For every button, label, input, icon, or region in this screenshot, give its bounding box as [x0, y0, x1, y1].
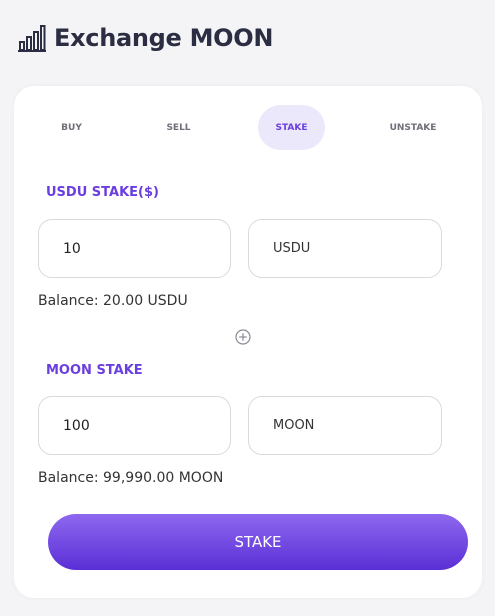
moon-balance: Balance: 99,990.00 MOON: [38, 470, 223, 486]
usdu-balance-value: 20.00 USDU: [103, 293, 188, 309]
page-title: Exchange MOON: [54, 24, 274, 52]
usdu-balance-prefix: Balance:: [38, 293, 99, 309]
moon-balance-prefix: Balance:: [38, 470, 99, 486]
moon-amount-input[interactable]: [63, 397, 218, 454]
moon-balance-value: 99,990.00 MOON: [103, 470, 224, 486]
tab-stake[interactable]: STAKE: [258, 105, 325, 150]
app-header: Exchange MOON: [18, 24, 273, 52]
tab-unstake[interactable]: UNSTAKE: [378, 105, 448, 150]
usdu-balance: Balance: 20.00 USDU: [38, 293, 188, 309]
usdu-unit-box: USDU: [248, 219, 442, 278]
bar-chart-icon: [18, 25, 46, 52]
moon-amount-field[interactable]: [38, 396, 231, 455]
tab-buy[interactable]: BUY: [39, 105, 104, 150]
usdu-amount-input[interactable]: [63, 220, 218, 277]
usdu-amount-field[interactable]: [38, 219, 231, 278]
stake-button[interactable]: STAKE: [48, 514, 468, 570]
plus-circle-icon: [235, 329, 251, 345]
moon-unit-box: MOON: [248, 396, 442, 455]
tab-bar: BUY SELL STAKE UNSTAKE: [14, 105, 482, 150]
tab-sell[interactable]: SELL: [146, 105, 211, 150]
usdu-stake-label: USDU STAKE($): [46, 185, 159, 200]
moon-stake-label: MOON STAKE: [46, 363, 143, 378]
exchange-card: BUY SELL STAKE UNSTAKE USDU STAKE($) USD…: [14, 86, 482, 598]
